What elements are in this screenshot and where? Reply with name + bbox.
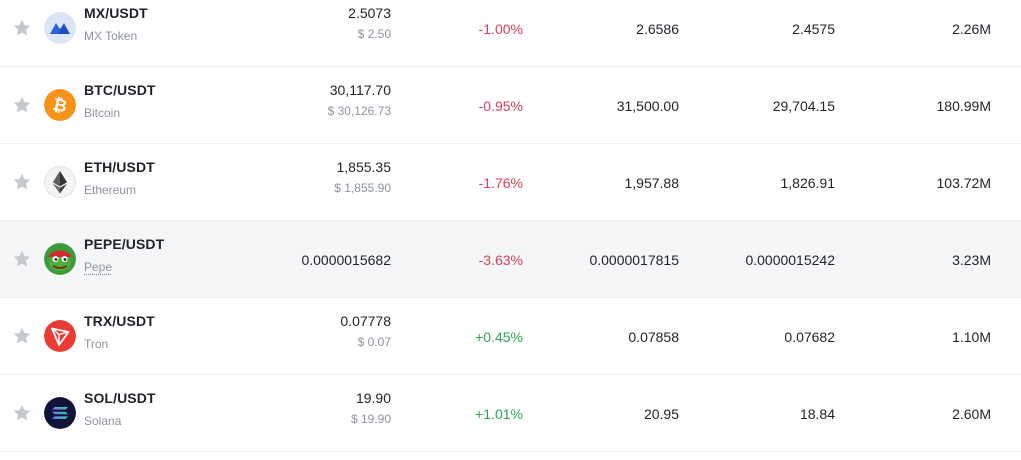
last-price: 1,855.35 xyxy=(336,159,392,175)
change-percent: -0.95% xyxy=(478,98,523,114)
low-price: 0.07682 xyxy=(784,329,835,345)
pair-label[interactable]: SOL/USDT xyxy=(84,390,156,406)
volume: 2.60M xyxy=(952,406,991,422)
last-price: 30,117.70 xyxy=(329,82,391,98)
table-row[interactable]: PEPE/USDT Pepe 0.0000015682 -3.63% 0.000… xyxy=(0,221,1021,298)
coin-name: Ethereum xyxy=(84,183,137,197)
high-price: 1,957.88 xyxy=(624,175,680,191)
usd-price: $ 30,126.73 xyxy=(327,104,391,118)
table-row[interactable]: ETH/USDT Ethereum 1,855.35 $ 1,855.90 -1… xyxy=(0,144,1021,221)
change-percent: -1.00% xyxy=(478,21,523,37)
low-price: 0.0000015242 xyxy=(745,252,835,268)
low-price: 29,704.15 xyxy=(772,98,835,114)
low-price: 2.4575 xyxy=(792,21,835,37)
last-price: 19.90 xyxy=(355,390,391,406)
star-icon[interactable] xyxy=(12,326,32,346)
pair-label[interactable]: MX/USDT xyxy=(84,5,148,21)
coin-name: Tron xyxy=(84,337,109,351)
mx-token-icon xyxy=(44,12,76,44)
pair-label[interactable]: TRX/USDT xyxy=(84,313,155,329)
bitcoin-icon: ₿ xyxy=(44,89,76,121)
solana-icon xyxy=(44,397,76,429)
usd-price: $ 2.50 xyxy=(357,27,391,41)
high-price: 0.07858 xyxy=(628,329,679,345)
change-percent: +0.45% xyxy=(475,329,523,345)
last-price: 2.5073 xyxy=(348,5,391,21)
coin-name: Bitcoin xyxy=(84,106,121,120)
change-percent: -3.63% xyxy=(478,252,523,268)
star-icon[interactable] xyxy=(12,18,32,38)
pair-label[interactable]: BTC/USDT xyxy=(84,82,156,98)
last-price: 0.07778 xyxy=(340,313,391,329)
market-table: MX/USDT MX Token 2.5073 $ 2.50 -1.00% 2.… xyxy=(0,0,1021,460)
usd-price: $ 19.90 xyxy=(350,412,391,426)
usd-price: $ 0.07 xyxy=(357,335,391,349)
low-price: 18.84 xyxy=(799,406,835,422)
volume: 3.23M xyxy=(952,252,991,268)
star-icon[interactable] xyxy=(12,403,32,423)
low-price: 1,826.91 xyxy=(780,175,836,191)
volume: 180.99M xyxy=(936,98,991,114)
pepe-icon xyxy=(44,243,76,275)
coin-name[interactable]: Pepe xyxy=(84,260,112,274)
pair-label[interactable]: ETH/USDT xyxy=(84,159,155,175)
volume: 103.72M xyxy=(936,175,991,191)
last-price: 0.0000015682 xyxy=(301,252,391,268)
tron-icon xyxy=(44,320,76,352)
star-icon[interactable] xyxy=(12,249,32,269)
high-price: 2.6586 xyxy=(636,21,679,37)
table-row[interactable]: TRX/USDT Tron 0.07778 $ 0.07 +0.45% 0.07… xyxy=(0,298,1021,375)
high-price: 20.95 xyxy=(643,406,679,422)
table-row[interactable]: MX/USDT MX Token 2.5073 $ 2.50 -1.00% 2.… xyxy=(0,0,1021,67)
coin-name: MX Token xyxy=(84,29,138,43)
high-price: 0.0000017815 xyxy=(589,252,679,268)
usd-price: $ 1,855.90 xyxy=(334,181,391,195)
coin-name: Solana xyxy=(84,414,122,428)
star-icon[interactable] xyxy=(12,95,32,115)
volume: 2.26M xyxy=(952,21,991,37)
star-icon[interactable] xyxy=(12,172,32,192)
table-row[interactable]: SOL/USDT Solana 19.90 $ 19.90 +1.01% 20.… xyxy=(0,375,1021,452)
ethereum-icon xyxy=(44,166,76,198)
high-price: 31,500.00 xyxy=(616,98,679,114)
change-percent: +1.01% xyxy=(475,406,523,422)
volume: 1.10M xyxy=(952,329,991,345)
change-percent: -1.76% xyxy=(478,175,523,191)
pair-label[interactable]: PEPE/USDT xyxy=(84,236,164,252)
table-row[interactable]: ₿ BTC/USDT Bitcoin 30,117.70 $ 30,126.73… xyxy=(0,67,1021,144)
